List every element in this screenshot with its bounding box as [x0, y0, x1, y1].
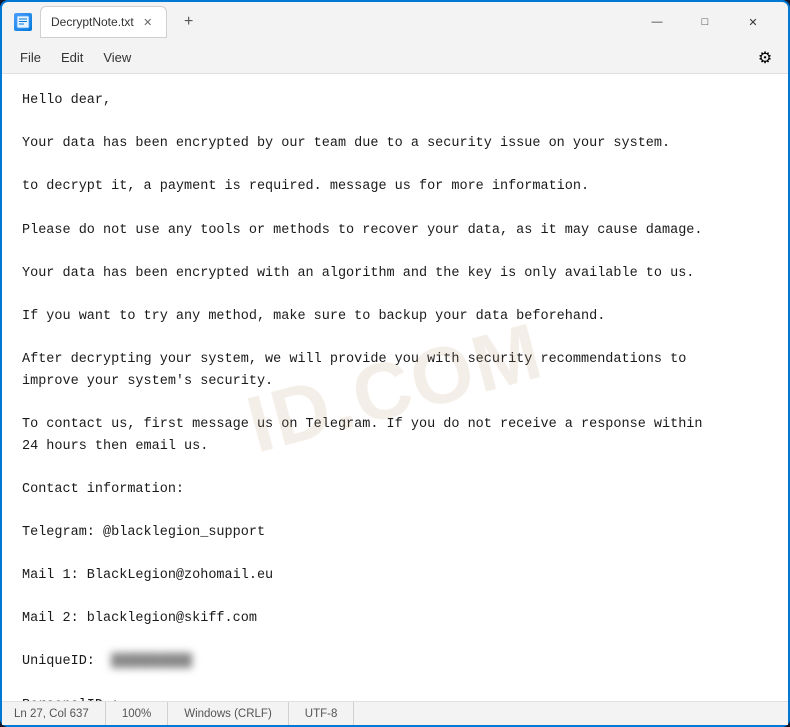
maximize-button[interactable]: □ [682, 6, 728, 38]
line-endings: Windows (CRLF) [168, 702, 289, 725]
line-20 [22, 503, 30, 518]
tab-label: DecryptNote.txt [51, 15, 134, 29]
line-9: Your data has been encrypted with an alg… [22, 266, 694, 281]
cursor-position: Ln 27, Col 637 [14, 702, 106, 725]
line-22 [22, 546, 30, 561]
zoom-level: 100% [106, 702, 168, 725]
file-menu[interactable]: File [10, 46, 51, 69]
line-11: If you want to try any method, make sure… [22, 309, 605, 324]
line-4 [22, 158, 30, 173]
unique-id-value: ██████████ [111, 651, 192, 673]
line-28 [22, 676, 30, 691]
window-controls: — □ ✕ [634, 6, 776, 38]
line-12 [22, 331, 30, 346]
line-8 [22, 244, 30, 259]
line-2 [22, 115, 30, 130]
line-29: PersonalID : [22, 698, 119, 701]
new-tab-button[interactable]: + [175, 8, 203, 36]
line-5: to decrypt it, a payment is required. me… [22, 179, 589, 194]
text-editor[interactable]: Hello dear, Your data has been encrypted… [2, 74, 788, 701]
line-18 [22, 460, 30, 475]
status-bar: Ln 27, Col 637 100% Windows (CRLF) UTF-8 [2, 701, 788, 725]
line-10 [22, 287, 30, 302]
line-6 [22, 201, 30, 216]
edit-menu[interactable]: Edit [51, 46, 93, 69]
line-7: Please do not use any tools or methods t… [22, 223, 703, 238]
line-19: Contact information: [22, 482, 184, 497]
line-3: Your data has been encrypted by our team… [22, 136, 670, 151]
line-23: Mail 1: BlackLegion@zohomail.eu [22, 568, 273, 583]
file-tab[interactable]: DecryptNote.txt ✕ [40, 6, 167, 38]
view-menu[interactable]: View [93, 46, 141, 69]
line-21: Telegram: @blacklegion_support [22, 525, 265, 540]
line-14: improve your system's security. [22, 374, 273, 389]
line-26 [22, 633, 30, 648]
line-24 [22, 590, 30, 605]
content-area: ID.COM Hello dear, Your data has been en… [2, 74, 788, 701]
title-bar-left: DecryptNote.txt ✕ + [14, 6, 634, 38]
line-16: To contact us, first message us on Teleg… [22, 417, 703, 432]
menu-bar: File Edit View ⚙ [2, 42, 788, 74]
line-17: 24 hours then email us. [22, 439, 208, 454]
line-1: Hello dear, [22, 93, 111, 108]
close-button[interactable]: ✕ [730, 6, 776, 38]
main-window: DecryptNote.txt ✕ + — □ ✕ File Edit View… [0, 0, 790, 727]
line-25: Mail 2: blacklegion@skiff.com [22, 611, 257, 626]
line-13: After decrypting your system, we will pr… [22, 352, 686, 367]
encoding: UTF-8 [289, 702, 355, 725]
app-icon [14, 13, 32, 31]
title-bar: DecryptNote.txt ✕ + — □ ✕ [2, 2, 788, 42]
minimize-button[interactable]: — [634, 6, 680, 38]
tab-close-button[interactable]: ✕ [140, 14, 156, 30]
line-15 [22, 395, 30, 410]
settings-button[interactable]: ⚙ [750, 43, 780, 73]
